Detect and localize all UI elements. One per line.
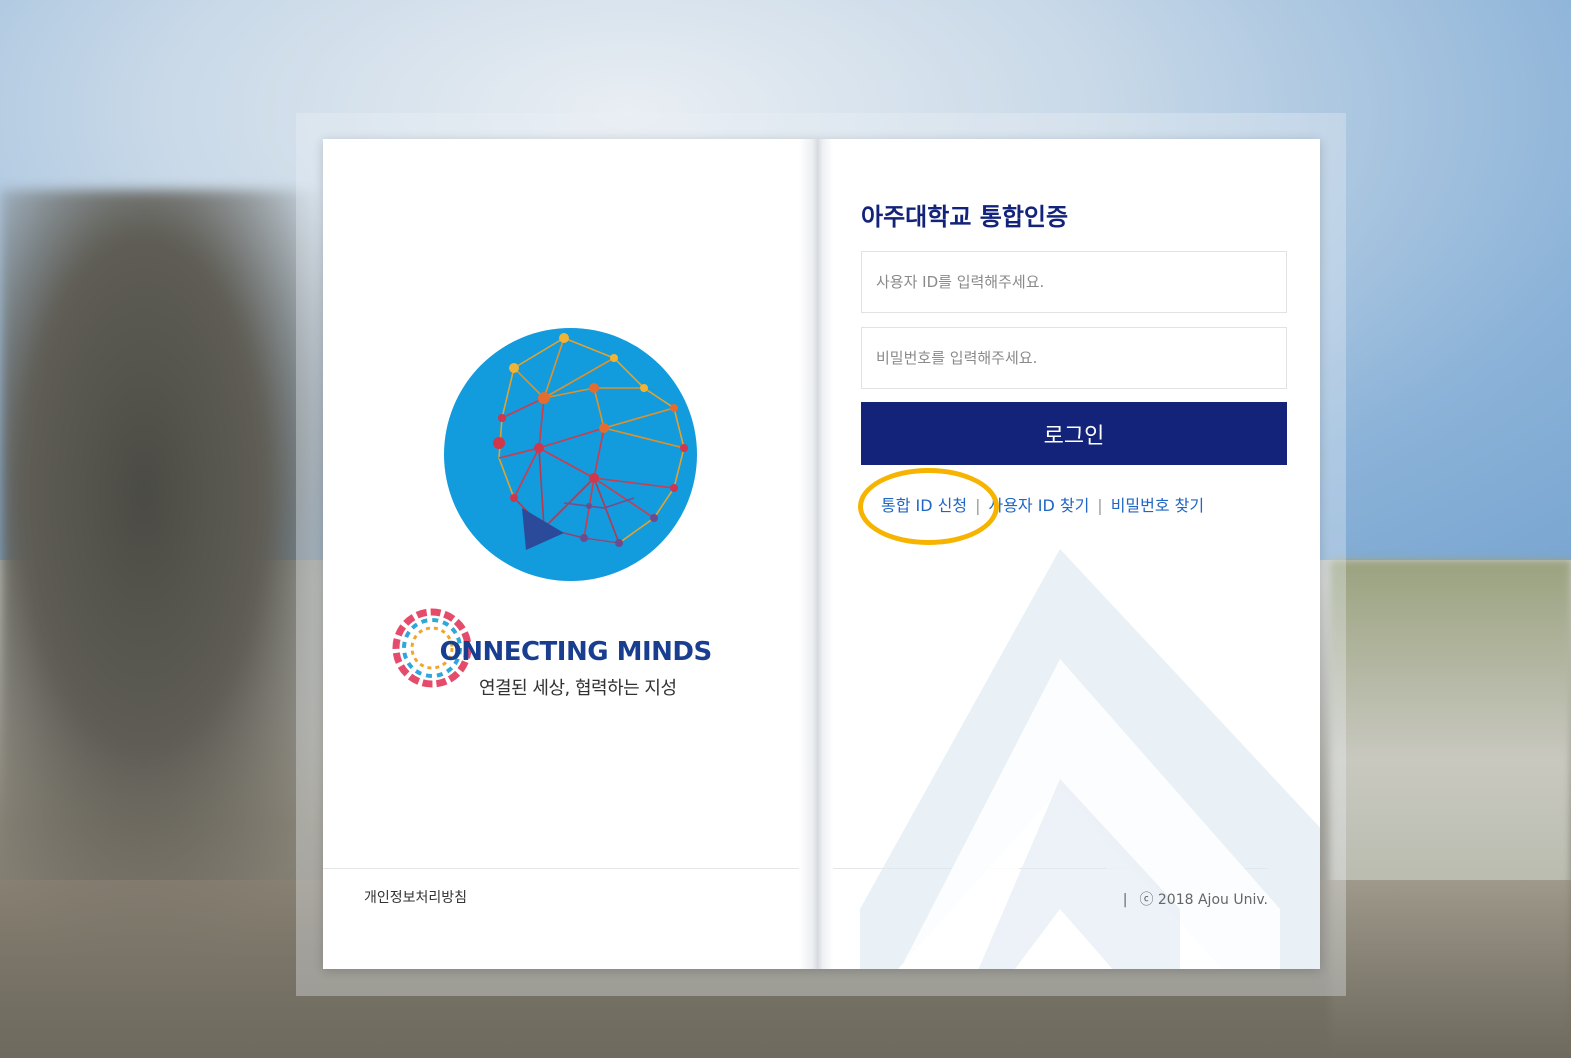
password-input[interactable]: [861, 327, 1287, 389]
login-card: CONNECTING MINDS 연결된 세상, 협력하는 지성 개인정보처리방…: [323, 139, 1320, 969]
link-separator: |: [1097, 496, 1103, 515]
connecting-minds-logo: CONNECTING MINDS 연결된 세상, 협력하는 지성: [391, 607, 736, 703]
right-pane: 아주대학교 통합인증 로그인 통합 ID 신청 | 사용자 ID 찾기 | 비밀번호 찾…: [823, 139, 1320, 969]
left-pane: CONNECTING MINDS 연결된 세상, 협력하는 지성 개인정보처리방…: [323, 139, 813, 969]
connecting-minds-slogan: 연결된 세상, 협력하는 지성: [479, 678, 677, 699]
link-separator: |: [975, 496, 981, 515]
user-id-input[interactable]: [861, 251, 1287, 313]
find-id-link[interactable]: 사용자 ID 찾기: [988, 496, 1089, 515]
ajou-network-emblem-icon: [444, 328, 697, 581]
page-title: 아주대학교 통합인증: [861, 203, 1069, 231]
copyright-text: ⓒ 2018 Ajou Univ.: [1139, 892, 1268, 908]
copyright: | ⓒ 2018 Ajou Univ.: [1123, 889, 1268, 909]
register-id-link[interactable]: 통합 ID 신청: [881, 496, 967, 515]
connecting-minds-title: CONNECTING MINDS: [421, 637, 712, 667]
privacy-policy-link[interactable]: 개인정보처리방침: [364, 887, 467, 907]
find-password-link[interactable]: 비밀번호 찾기: [1111, 496, 1204, 515]
footer-separator: |: [1122, 892, 1128, 908]
account-links: 통합 ID 신청 | 사용자 ID 찾기 | 비밀번호 찾기: [881, 492, 1204, 516]
login-button[interactable]: 로그인: [861, 402, 1287, 465]
